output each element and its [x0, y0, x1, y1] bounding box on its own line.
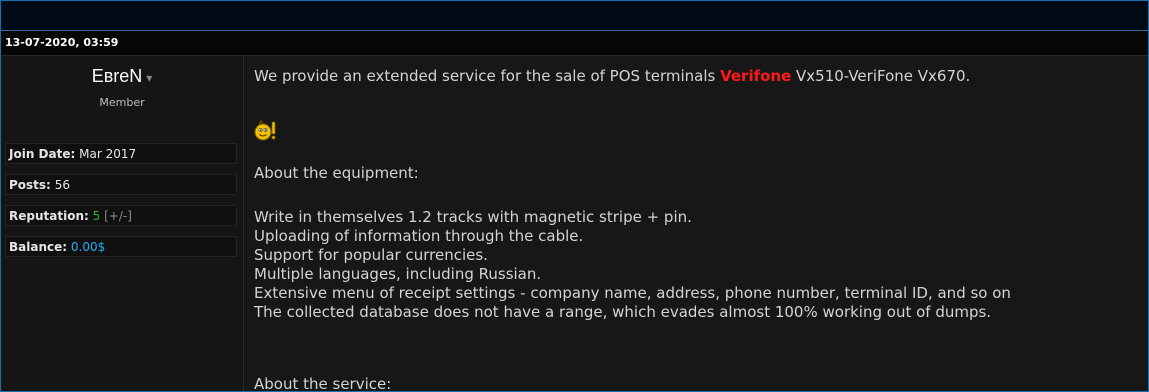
join-date-value: Mar 2017 — [79, 147, 137, 161]
reputation-toggle-link[interactable]: [+/-] — [104, 209, 132, 223]
equipment-line: The collected database does not have a r… — [254, 303, 992, 321]
posts-label: Posts: — [9, 178, 51, 192]
post-date: 13-07-2020, 03:59 — [5, 36, 119, 49]
intro-models: Vx510-VeriFone Vx670. — [791, 67, 971, 85]
balance-row: Balance: 0.00$ — [5, 236, 237, 257]
intro-text: We provide an extended service for the s… — [254, 67, 721, 85]
join-date-label: Join Date: — [9, 147, 76, 161]
equipment-heading: About the equipment: — [254, 164, 419, 182]
chevron-down-icon[interactable]: ▾ — [146, 71, 152, 85]
thumbs-up-smiley-icon — [254, 120, 276, 141]
equipment-line: Uploading of information through the cab… — [254, 227, 584, 245]
reputation-row: Reputation: 5 [+/-] — [5, 205, 237, 226]
equipment-line: Extensive menu of receipt settings - com… — [254, 284, 1011, 302]
post-date-bar: 13-07-2020, 03:59 — [1, 31, 1148, 56]
post-header-bar — [1, 1, 1148, 31]
posts-value: 56 — [54, 178, 70, 192]
username-row[interactable]: EвreN ▾ — [1, 66, 243, 87]
join-date-row: Join Date: Mar 2017 — [5, 143, 237, 164]
reputation-value: 5 — [92, 209, 101, 223]
equipment-line: Support for popular currencies. — [254, 246, 488, 264]
user-info-panel: EвreN ▾ Member Join Date: Mar 2017 Posts:… — [1, 56, 244, 391]
user-title: Member — [99, 96, 145, 109]
balance-value: 0.00$ — [70, 240, 106, 254]
username-link[interactable]: EвreN — [92, 66, 143, 86]
reputation-label: Reputation: — [9, 209, 89, 223]
posts-row: Posts: 56 — [5, 174, 237, 195]
equipment-line: Write in themselves 1.2 tracks with magn… — [254, 208, 692, 226]
brand-name: Verifone — [720, 67, 792, 85]
forum-post: 13-07-2020, 03:59 EвreN ▾ Member Join Dat… — [0, 0, 1149, 392]
service-heading: About the service: — [254, 375, 392, 392]
balance-label: Balance: — [9, 240, 68, 254]
intro-line: We provide an extended service for the s… — [254, 66, 970, 86]
equipment-line: Multiple languages, including Russian. — [254, 265, 542, 283]
